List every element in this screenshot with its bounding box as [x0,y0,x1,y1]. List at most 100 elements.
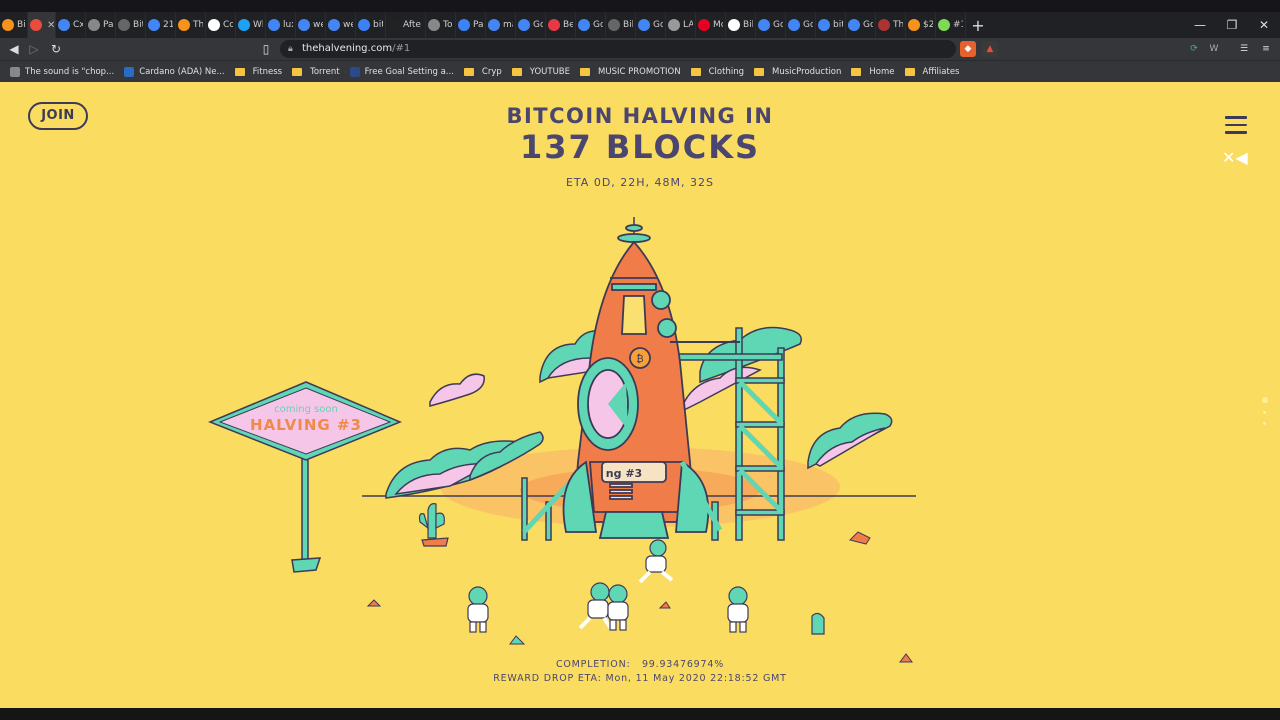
browser-tab[interactable]: $22 [906,12,936,38]
wallet-extension-icon[interactable]: W [1206,41,1222,57]
tab-title: Goc [773,20,783,30]
extension-icon[interactable]: ⟳ [1186,41,1202,57]
tab-title: #1 [953,20,963,30]
bookmark-folder[interactable]: YOUTUBE [511,66,571,77]
tab-favicon-icon [818,19,830,31]
bookmark-label: Cryp [481,66,502,77]
brave-rewards-icon[interactable]: ▲ [982,41,998,57]
bookmark-folder[interactable]: Fitness [234,66,283,77]
close-window-button[interactable]: ✕ [1248,12,1280,38]
browser-tab[interactable]: Goc [516,12,546,38]
browser-tab[interactable]: wea [296,12,326,38]
tab-title: wea [313,20,323,30]
tab-title: mar [503,20,513,30]
cactus-trunk [427,503,437,539]
new-tab-button[interactable]: + [966,16,990,35]
bookmark-folder[interactable]: Clothing [690,67,744,77]
bookmark-label: YOUTUBE [529,66,571,77]
bookmark-label: Free Goal Setting a... [364,66,454,77]
sign-base [291,557,322,573]
browser-tab[interactable]: #1 [936,12,966,38]
rocket-label-text: ng #3 [606,467,642,480]
browser-tab[interactable]: luxu [266,12,296,38]
tab-favicon-icon [268,19,280,31]
tab-close-icon[interactable]: ✕ [47,20,55,31]
tab-favicon-icon [758,19,770,31]
browser-tab[interactable]: Goc [756,12,786,38]
brave-shield-icon[interactable]: ◆ [960,41,976,57]
browser-tab[interactable]: The [176,12,206,38]
forward-icon[interactable]: ▷ [24,38,44,60]
address-bar[interactable]: 🔒︎ thehalvening.com/#1 [280,40,956,58]
bookmark-label: Home [869,66,895,77]
reward-drop-value: Mon, 11 May 2020 22:18:52 GMT [605,673,787,684]
browser-tab[interactable]: ✕ [28,12,56,38]
tab-favicon-icon [728,19,740,31]
cloud [429,373,485,407]
bookmark-folder[interactable]: MUSIC PROMOTION [580,67,681,77]
bitcoin-symbol: ₿ [636,353,643,365]
taskbar-strip [0,708,1280,720]
back-icon[interactable]: ◀ [4,38,24,60]
bookmark-item[interactable]: Cardano (ADA) Ne... [124,66,225,77]
browser-tab[interactable]: Bitc [116,12,146,38]
page-dots-nav[interactable] [1262,397,1268,433]
halving-sign: coming soon HALVING #3 [208,381,402,573]
restore-button[interactable]: ❐ [1216,12,1248,38]
tab-favicon-icon [878,19,890,31]
bookmark-folder[interactable]: Cryp [463,66,502,77]
browser-tab[interactable]: Cor [206,12,236,38]
bookmark-folder[interactable]: Affiliates [904,67,959,77]
browser-tab[interactable]: Afte [386,12,426,38]
browser-tab[interactable]: Past [86,12,116,38]
browser-tab[interactable]: Goc [576,12,606,38]
tab-title: Afte [403,20,421,30]
bookmark-icon[interactable]: ▯ [256,38,276,60]
tab-title: Top [443,20,453,30]
bookmark-folder[interactable]: MusicProduction [753,67,841,77]
folder-icon [753,67,764,76]
browser-tab[interactable]: Bitc [0,12,28,38]
tab-title: Bitc [17,20,25,30]
playlist-icon[interactable]: ☰ [1236,41,1252,57]
bookmark-folder[interactable]: Home [851,66,895,77]
browser-tab[interactable]: Mo [696,12,726,38]
minimize-button[interactable]: — [1184,12,1216,38]
tab-favicon-icon [2,19,14,31]
bookmark-label: Fitness [252,66,283,77]
browser-tab[interactable]: Goc [786,12,816,38]
browser-tab[interactable]: The [876,12,906,38]
browser-tab[interactable]: Cxc [56,12,86,38]
browser-tab[interactable]: Billi [606,12,636,38]
vent [609,495,633,500]
tab-title: Pan [473,20,483,30]
browser-tab[interactable]: Goc [636,12,666,38]
tab-title: luxu [283,20,293,30]
tab-favicon-icon [638,19,650,31]
vent [609,483,633,488]
browser-tab[interactable]: LA [666,12,696,38]
sign-subtitle: coming soon [274,404,338,415]
folder-icon [904,67,915,76]
bookmark-label: Cardano (ADA) Ne... [139,66,225,77]
astronaut [727,586,749,633]
browser-tab[interactable]: Billi [726,12,756,38]
small-alien [811,612,825,635]
browser-tab[interactable]: Wh [236,12,266,38]
browser-tab[interactable]: bitc [816,12,846,38]
bookmark-item[interactable]: The sound is "chop... [10,66,114,77]
bookmark-folder[interactable]: Torrent [292,67,340,77]
browser-tab[interactable]: bitc [356,12,386,38]
browser-tab[interactable]: mar [486,12,516,38]
browser-tab[interactable]: Goc [846,12,876,38]
site-favicon-icon [10,66,20,77]
bookmark-item[interactable]: Free Goal Setting a... [349,66,454,77]
browser-tab[interactable]: Top [426,12,456,38]
reload-icon[interactable]: ↻ [46,38,66,60]
browser-menu-icon[interactable]: ≡ [1258,41,1274,57]
browser-tab[interactable]: Pan [456,12,486,38]
browser-tab[interactable]: 21 [146,12,176,38]
browser-tab[interactable]: wea [326,12,356,38]
browser-tab[interactable]: Bel [546,12,576,38]
astronaut [467,586,489,633]
